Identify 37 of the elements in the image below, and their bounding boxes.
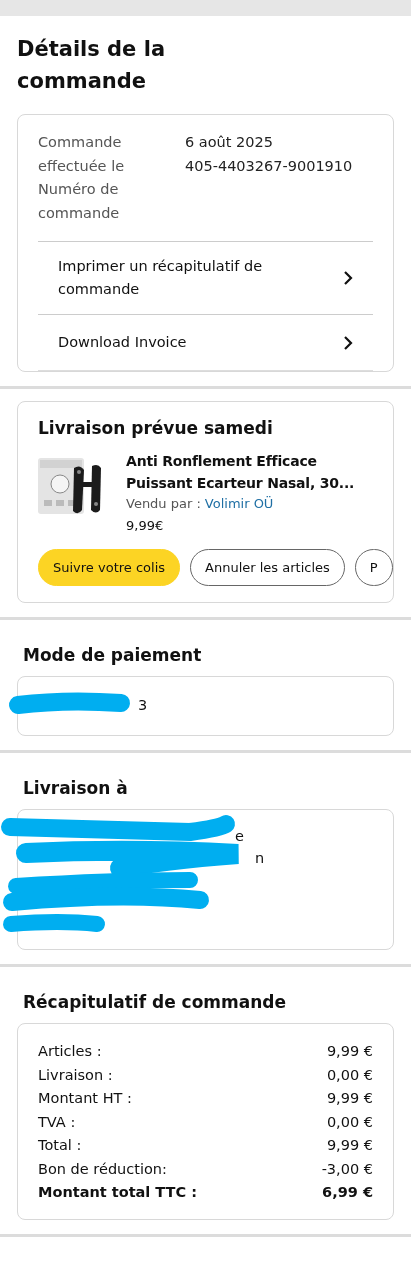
seller-label: Vendu par : xyxy=(126,496,201,511)
info-label: Commande effectuée le xyxy=(38,133,126,176)
menu-link[interactable]: Imprimer un récapitulatif de commande xyxy=(38,241,373,314)
text-fragment: 3 xyxy=(138,696,149,715)
product-price: 9,99€ xyxy=(126,518,165,533)
section-heading: Livraison prévue samedi xyxy=(38,418,274,438)
text-fragment: e xyxy=(235,827,245,846)
action-button[interactable]: P xyxy=(354,549,393,586)
track-package-button[interactable]: Suivre votre colis xyxy=(38,549,181,586)
summary-label: Livraison : xyxy=(38,1065,113,1085)
summary-label: Total : xyxy=(38,1136,82,1155)
summary-label: Montant HT : xyxy=(38,1089,132,1108)
summary-value: 9,99 € xyxy=(326,1042,373,1061)
section-heading: Mode de paiement xyxy=(23,645,203,665)
seller-link[interactable]: Volimir OÜ xyxy=(204,496,274,511)
summary-value: 0,00 € xyxy=(326,1065,373,1085)
summary-value: 9,99 € xyxy=(326,1089,373,1108)
chevron-right-icon xyxy=(343,334,353,351)
summary-value: 9,99 € xyxy=(326,1136,373,1155)
summary-label: Montant total TTC : xyxy=(38,1183,197,1202)
summary-value: -3,00 € xyxy=(321,1159,373,1179)
info-value: 405-4403267-9001910 xyxy=(185,156,353,176)
summary-label: Articles : xyxy=(38,1042,102,1061)
page-title: Détails de la commande xyxy=(17,36,167,95)
section-heading: Livraison à xyxy=(23,778,129,798)
summary-label: TVA : xyxy=(38,1112,76,1132)
product-title: Anti Ronflement Efficace Puissant Ecarteur Nasal, 30... xyxy=(126,452,356,493)
info-value: 6 août 2025 xyxy=(185,133,274,152)
action-button[interactable]: Annuler les articles xyxy=(190,549,345,586)
text-fragment: n xyxy=(255,849,266,868)
summary-value: 0,00 € xyxy=(326,1112,373,1132)
info-label: Numéro de commande xyxy=(38,180,121,223)
menu-link[interactable]: Download Invoice xyxy=(38,314,373,371)
summary-label: Bon de réduction: xyxy=(38,1159,167,1179)
chevron-right-icon xyxy=(343,270,353,286)
section-heading: Récapitulatif de commande xyxy=(23,992,288,1012)
summary-value: 6,99 € xyxy=(322,1183,373,1202)
